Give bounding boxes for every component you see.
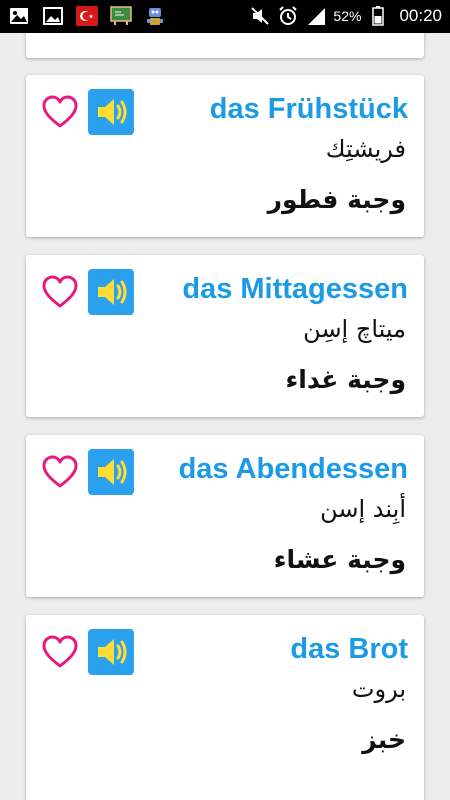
speaker-button[interactable] — [88, 449, 134, 495]
speaker-icon — [98, 279, 127, 305]
vocabulary-card: das Abendessen أبِند إسن وجبة عشاء — [26, 435, 424, 597]
gallery-icon — [42, 5, 64, 27]
favorite-heart-icon[interactable] — [40, 632, 80, 672]
notification-icons — [8, 4, 166, 28]
vocabulary-card: das Mittagessen ميتاچ إسِن وجبة غداء — [26, 255, 424, 417]
speaker-icon — [98, 99, 127, 125]
classroom-icon — [110, 5, 132, 27]
turkey-flag-icon — [76, 5, 98, 27]
german-word: das Mittagessen — [182, 273, 408, 305]
robot-icon — [144, 5, 166, 27]
card-actions — [40, 89, 134, 135]
mute-icon — [249, 5, 271, 27]
arabic-translation: وجبة غداء — [285, 365, 407, 394]
favorite-heart-icon[interactable] — [40, 452, 80, 492]
favorite-heart-icon[interactable] — [40, 272, 80, 312]
card-actions — [40, 449, 134, 495]
vocabulary-card-partial — [26, 33, 424, 58]
speaker-button[interactable] — [88, 269, 134, 315]
clock: 00:20 — [399, 6, 442, 25]
vocabulary-list[interactable]: das Frühstück فريشتِك وجبة فطور das Mitt… — [0, 33, 450, 800]
signal-icon — [305, 5, 327, 27]
speaker-icon — [98, 459, 127, 485]
arabic-transliteration: أبِند إسن — [320, 495, 406, 523]
vocabulary-card: das Frühstück فريشتِك وجبة فطور — [26, 75, 424, 237]
battery-percentage: 52% — [333, 8, 362, 24]
arabic-transliteration: بروت — [351, 675, 406, 703]
speaker-icon — [98, 639, 127, 665]
arabic-translation: وجبة فطور — [267, 185, 406, 214]
arabic-translation: خبز — [362, 725, 406, 754]
speaker-button[interactable] — [88, 89, 134, 135]
german-word: das Brot — [290, 633, 408, 665]
arabic-translation: وجبة عشاء — [273, 545, 406, 574]
alarm-icon — [277, 5, 299, 27]
system-icons: 52% 00:20 — [249, 4, 442, 28]
german-word: das Frühstück — [209, 93, 408, 125]
arabic-transliteration: فريشتِك — [325, 135, 406, 163]
battery-icon — [367, 5, 389, 27]
status-bar: 52% 00:20 — [0, 0, 450, 33]
vocabulary-card: das Brot بروت خبز — [26, 615, 424, 800]
arabic-transliteration: ميتاچ إسِن — [303, 315, 406, 343]
image-icon — [8, 5, 30, 27]
favorite-heart-icon[interactable] — [40, 92, 80, 132]
speaker-button[interactable] — [88, 629, 134, 675]
card-actions — [40, 629, 134, 675]
card-actions — [40, 269, 134, 315]
german-word: das Abendessen — [178, 453, 408, 485]
